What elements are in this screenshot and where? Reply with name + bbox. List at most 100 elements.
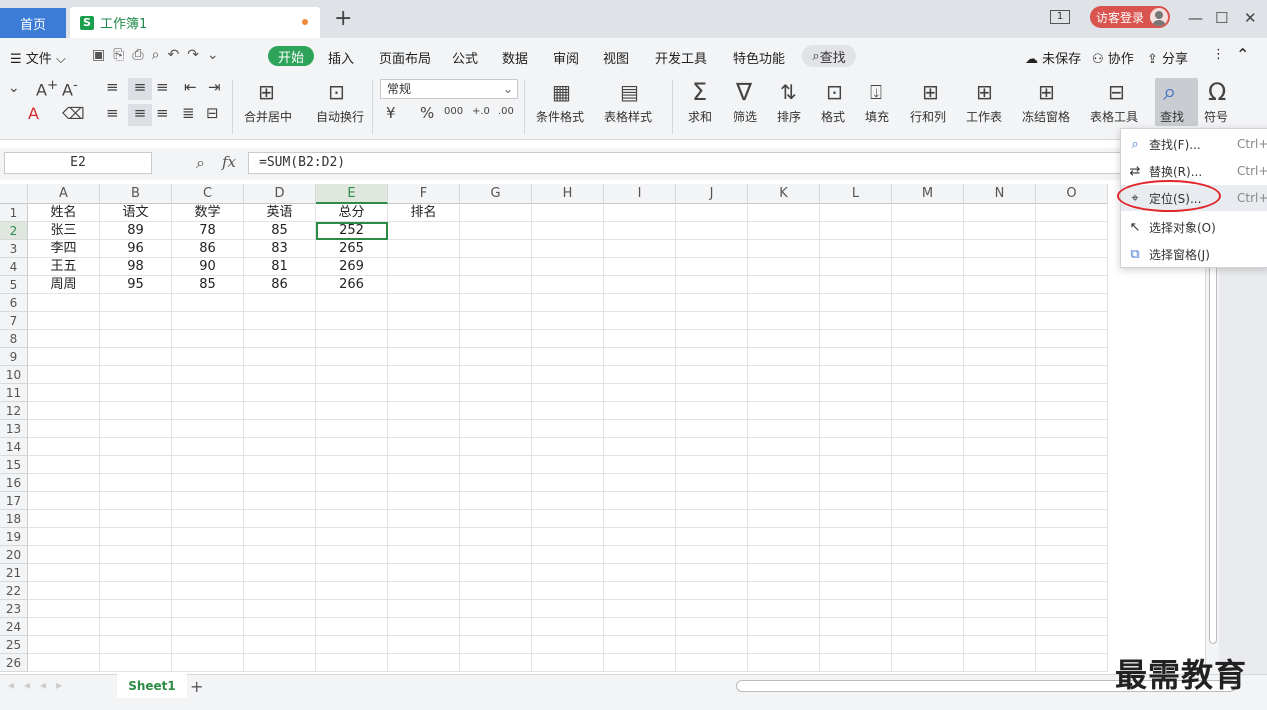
row-header[interactable]: 8 bbox=[0, 330, 28, 348]
column-header[interactable]: N bbox=[964, 184, 1036, 204]
row-header[interactable]: 15 bbox=[0, 456, 28, 474]
cell[interactable] bbox=[604, 294, 676, 312]
row-header[interactable]: 17 bbox=[0, 492, 28, 510]
cell[interactable]: 86 bbox=[244, 276, 316, 294]
cell[interactable] bbox=[676, 582, 748, 600]
cell[interactable] bbox=[244, 474, 316, 492]
menu-item-select-pane[interactable]: ⧉ 选择窗格(J) bbox=[1121, 241, 1267, 267]
cell[interactable] bbox=[100, 366, 172, 384]
cell[interactable] bbox=[244, 492, 316, 510]
cell[interactable] bbox=[964, 456, 1036, 474]
cell[interactable] bbox=[532, 654, 604, 672]
cell[interactable] bbox=[532, 366, 604, 384]
cell[interactable] bbox=[172, 294, 244, 312]
cell[interactable] bbox=[28, 402, 100, 420]
cell[interactable] bbox=[388, 582, 460, 600]
cell[interactable] bbox=[748, 492, 820, 510]
font-size-dropdown[interactable]: ⌄ bbox=[8, 80, 20, 96]
cell[interactable] bbox=[460, 474, 532, 492]
share-button[interactable]: ⇪ 分享 bbox=[1147, 48, 1188, 67]
cell[interactable] bbox=[892, 402, 964, 420]
conditional-format-button[interactable]: 条件格式 bbox=[536, 108, 584, 125]
cell[interactable] bbox=[820, 474, 892, 492]
cell[interactable] bbox=[964, 474, 1036, 492]
row-header[interactable]: 9 bbox=[0, 348, 28, 366]
cell[interactable] bbox=[892, 636, 964, 654]
fill-button[interactable]: 填充 bbox=[865, 108, 889, 125]
cell[interactable] bbox=[460, 546, 532, 564]
tab-formula[interactable]: 公式 bbox=[452, 48, 478, 67]
cell[interactable] bbox=[892, 546, 964, 564]
cell[interactable] bbox=[892, 564, 964, 582]
cell[interactable] bbox=[604, 564, 676, 582]
cell[interactable] bbox=[100, 492, 172, 510]
cell[interactable] bbox=[532, 474, 604, 492]
cell[interactable] bbox=[676, 492, 748, 510]
cell[interactable] bbox=[892, 456, 964, 474]
cell[interactable] bbox=[460, 222, 532, 240]
cell[interactable] bbox=[388, 330, 460, 348]
cell[interactable] bbox=[100, 528, 172, 546]
cell[interactable] bbox=[604, 492, 676, 510]
cell[interactable] bbox=[28, 654, 100, 672]
cell[interactable] bbox=[28, 456, 100, 474]
cell[interactable] bbox=[676, 654, 748, 672]
merge-center-icon[interactable]: ⊞ bbox=[258, 80, 275, 104]
cell[interactable] bbox=[820, 492, 892, 510]
name-box[interactable]: E2 bbox=[4, 152, 152, 174]
cell[interactable] bbox=[820, 348, 892, 366]
increase-font-icon[interactable]: A+ bbox=[36, 78, 58, 99]
cell[interactable] bbox=[532, 492, 604, 510]
cell[interactable] bbox=[244, 636, 316, 654]
cell[interactable]: 81 bbox=[244, 258, 316, 276]
cell[interactable] bbox=[172, 654, 244, 672]
cell[interactable] bbox=[100, 402, 172, 420]
cell[interactable] bbox=[892, 582, 964, 600]
cell[interactable] bbox=[28, 510, 100, 528]
cell[interactable] bbox=[604, 618, 676, 636]
cell[interactable] bbox=[1036, 222, 1108, 240]
cell[interactable]: 总分 bbox=[316, 204, 388, 222]
column-header[interactable]: L bbox=[820, 184, 892, 204]
cell[interactable] bbox=[172, 636, 244, 654]
cell[interactable]: 排名 bbox=[388, 204, 460, 222]
cell[interactable] bbox=[388, 636, 460, 654]
cell[interactable] bbox=[748, 456, 820, 474]
cell[interactable] bbox=[388, 438, 460, 456]
cell[interactable]: 83 bbox=[244, 240, 316, 258]
cell[interactable] bbox=[676, 294, 748, 312]
thousands-button[interactable]: 000 bbox=[444, 106, 463, 117]
cell[interactable] bbox=[172, 618, 244, 636]
cell[interactable] bbox=[388, 600, 460, 618]
cell[interactable] bbox=[820, 204, 892, 222]
cell[interactable] bbox=[604, 366, 676, 384]
cell[interactable]: 李四 bbox=[28, 240, 100, 258]
distribute-icon[interactable]: ⊟ bbox=[206, 104, 219, 122]
more-icon[interactable]: ⋮ bbox=[1212, 47, 1225, 62]
column-header[interactable]: F bbox=[388, 184, 460, 204]
currency-button[interactable]: ¥ bbox=[386, 104, 396, 122]
cell[interactable]: 85 bbox=[172, 276, 244, 294]
cell[interactable] bbox=[748, 366, 820, 384]
cell[interactable] bbox=[28, 474, 100, 492]
cell[interactable] bbox=[748, 384, 820, 402]
cell[interactable] bbox=[964, 654, 1036, 672]
cell[interactable] bbox=[748, 654, 820, 672]
cell[interactable] bbox=[604, 474, 676, 492]
cell[interactable] bbox=[532, 258, 604, 276]
cell[interactable] bbox=[460, 294, 532, 312]
cell[interactable] bbox=[388, 420, 460, 438]
cell[interactable] bbox=[460, 204, 532, 222]
cell[interactable] bbox=[316, 402, 388, 420]
cell[interactable] bbox=[964, 204, 1036, 222]
cell[interactable] bbox=[28, 438, 100, 456]
cell[interactable] bbox=[172, 510, 244, 528]
cell[interactable] bbox=[964, 438, 1036, 456]
tab-developer[interactable]: 开发工具 bbox=[655, 48, 707, 67]
cell[interactable] bbox=[1036, 564, 1108, 582]
cell[interactable] bbox=[388, 456, 460, 474]
cell[interactable] bbox=[676, 546, 748, 564]
cell[interactable] bbox=[388, 564, 460, 582]
cell[interactable] bbox=[28, 546, 100, 564]
worksheet-button[interactable]: 工作表 bbox=[966, 108, 1002, 125]
